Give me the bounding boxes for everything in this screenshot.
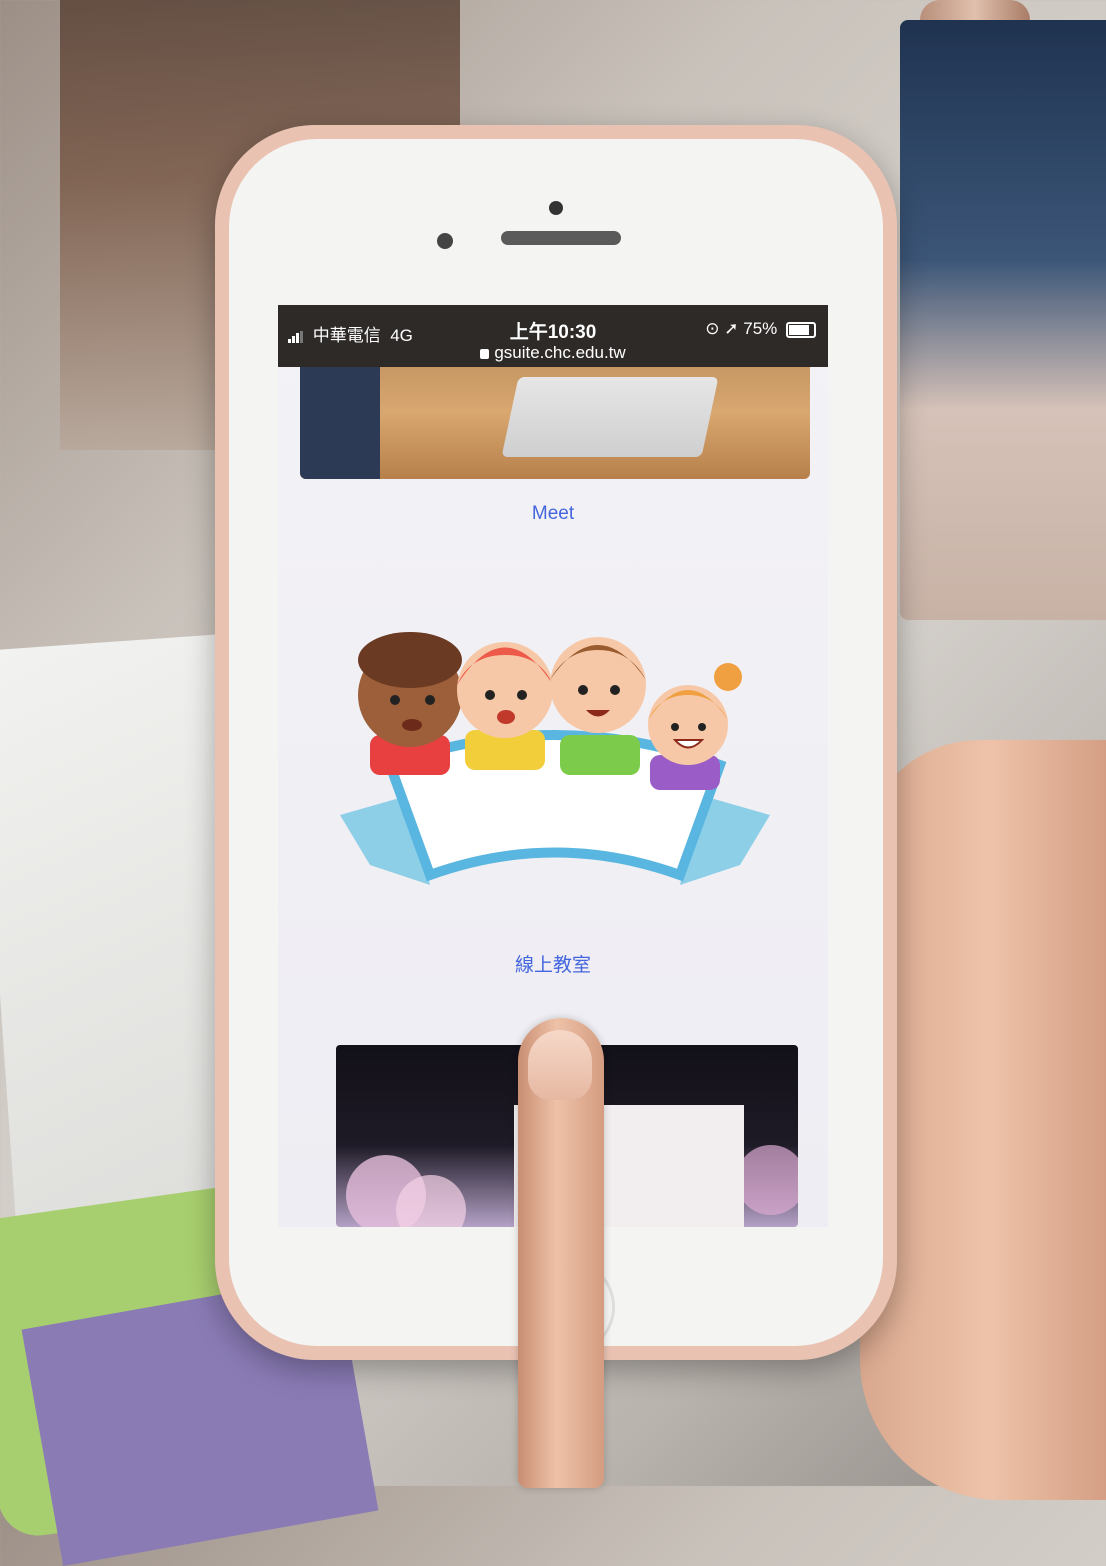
lock-icon [480, 348, 490, 359]
background-laptop [900, 20, 1106, 620]
meet-thumbnail[interactable] [300, 367, 810, 479]
online-classroom-link[interactable]: 線上教室 [278, 950, 828, 977]
address-bar[interactable]: gsuite.chc.edu.tw [278, 343, 828, 363]
kid-1 [358, 632, 462, 775]
kid-2 [457, 642, 553, 770]
status-right: ⊙ ➚ 75% [705, 319, 816, 339]
battery-percent: 75% [743, 319, 778, 338]
location-icon: ➚ [724, 319, 739, 338]
online-classroom-image[interactable] [330, 615, 780, 915]
status-bar: 中華電信 4G 上午10:30 gsuite.chc.edu.tw ⊙ ➚ 75… [278, 305, 828, 367]
kid-4 [648, 663, 742, 790]
bokeh-light [736, 1145, 798, 1215]
thumbnail-dark-area [300, 367, 380, 479]
sensor-dot [549, 201, 563, 215]
laptop-illustration [501, 377, 719, 457]
rotation-lock-icon: ⊙ [705, 319, 720, 338]
kid-3 [550, 637, 646, 775]
earpiece-speaker [501, 231, 621, 245]
battery-icon [786, 321, 816, 338]
url-text: gsuite.chc.edu.tw [494, 343, 626, 362]
front-camera [437, 233, 453, 249]
pointing-finger [518, 1018, 604, 1488]
meet-link[interactable]: Meet [278, 503, 828, 525]
fingernail [528, 1030, 592, 1100]
